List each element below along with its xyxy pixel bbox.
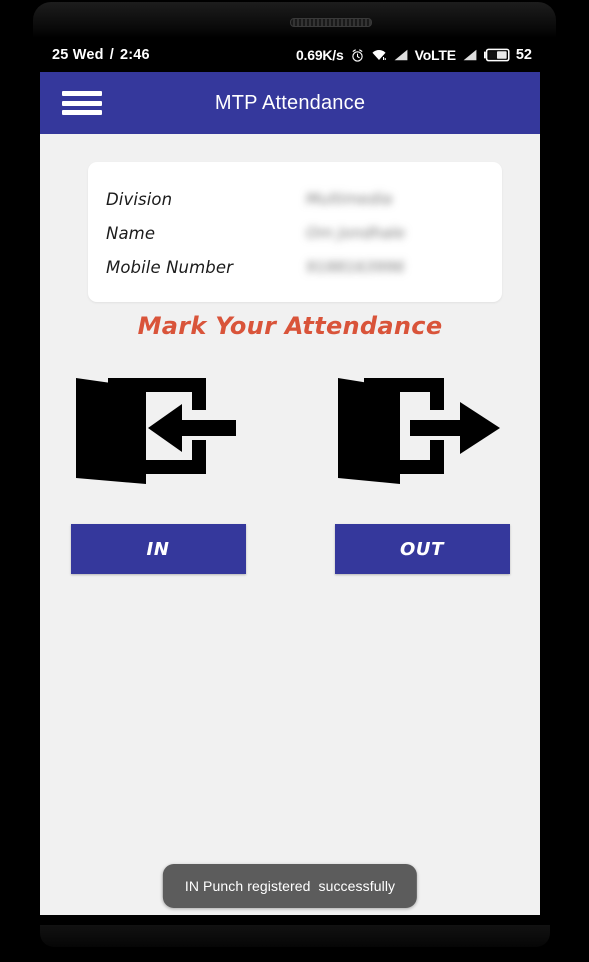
info-value-mobile-number: 9188163996 <box>306 258 405 276</box>
status-separator: / <box>109 47 114 63</box>
info-value-division: Multimedia <box>306 190 393 208</box>
info-row-division: Division Multimedia <box>106 182 484 216</box>
mark-attendance-heading: Mark Your Attendance <box>137 312 443 340</box>
device-top-bezel <box>33 2 556 38</box>
info-row-name: Name Om Jondhale <box>106 216 484 250</box>
door-enter-icon[interactable] <box>70 366 246 492</box>
app-bar: MTP Attendance <box>40 72 540 134</box>
earpiece-speaker-grille <box>290 18 372 27</box>
main-content: Division Multimedia Name Om Jondhale Mob… <box>40 134 540 915</box>
phone-screen: 25 Wed / 2:46 0.69K/s VoLTE 52 MTP Atten… <box>40 38 540 915</box>
volte-label: VoLTE <box>414 47 456 63</box>
device-bottom-bezel <box>40 925 550 947</box>
punch-in-button[interactable]: IN <box>70 524 246 574</box>
punch-out-group: OUT <box>334 366 510 574</box>
network-speed-label: 0.69K/s <box>295 47 344 63</box>
attendance-actions: IN OUT <box>40 366 540 574</box>
info-label-mobile-number: Mobile Number <box>106 257 233 277</box>
status-bar-right: 0.69K/s VoLTE 52 <box>296 38 532 72</box>
info-row-mobile-number: Mobile Number 9188163996 <box>106 250 484 284</box>
status-bar: 25 Wed / 2:46 0.69K/s VoLTE 52 <box>40 38 540 72</box>
info-value-name: Om Jondhale <box>306 224 406 242</box>
battery-level-label: 52 <box>515 47 532 63</box>
punch-in-group: IN <box>70 366 246 574</box>
signal-bars-icon <box>393 48 409 62</box>
status-time: 2:46 <box>119 47 150 63</box>
user-info-card: Division Multimedia Name Om Jondhale Mob… <box>88 162 502 302</box>
punch-out-button[interactable]: OUT <box>334 524 510 574</box>
door-exit-icon[interactable] <box>334 366 510 492</box>
status-date: 25 Wed <box>52 47 104 63</box>
wifi-icon <box>371 48 387 62</box>
page-title: MTP Attendance <box>214 91 366 114</box>
phone-device-frame: 25 Wed / 2:46 0.69K/s VoLTE 52 MTP Atten… <box>0 0 589 962</box>
battery-icon <box>483 48 510 62</box>
info-label-name: Name <box>106 223 156 243</box>
status-bar-left: 25 Wed / 2:46 <box>52 38 150 72</box>
info-label-division: Division <box>106 189 173 209</box>
toast-message: IN Punch registered successfully <box>162 864 418 908</box>
alarm-clock-icon <box>350 48 365 63</box>
signal-bars-icon-2 <box>462 48 478 62</box>
